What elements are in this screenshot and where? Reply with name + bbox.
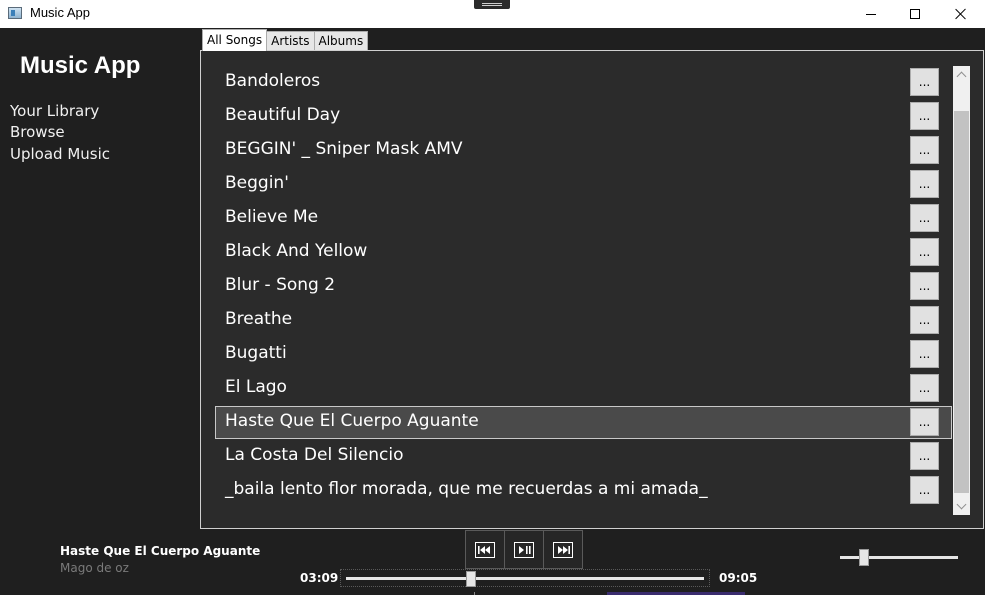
song-row[interactable]: _baila lento flor morada, que me recuerd… [215, 474, 952, 507]
tab-bar: All Songs Artists Albums [202, 29, 369, 51]
sidebar: Music App Your Library Browse Upload Mus… [0, 28, 200, 530]
song-options-button[interactable]: ... [910, 340, 939, 368]
song-row[interactable]: Blur - Song 2... [215, 270, 952, 303]
vertical-scrollbar[interactable] [953, 66, 970, 515]
previous-button[interactable] [465, 530, 505, 569]
song-title: Breathe [225, 309, 293, 329]
song-title: El Lago [225, 377, 287, 397]
current-time: 03:09 [300, 571, 339, 585]
song-title: Bugatti [225, 343, 287, 363]
scroll-thumb[interactable] [954, 111, 969, 493]
tab-artists[interactable]: Artists [266, 31, 315, 51]
sidebar-item-upload-music[interactable]: Upload Music [10, 145, 110, 163]
song-title: Believe Me [225, 207, 319, 227]
window-title: Music App [30, 5, 90, 20]
scroll-up-button[interactable] [953, 66, 970, 83]
minimize-button[interactable] [848, 0, 894, 28]
title-bar: Music App [0, 0, 985, 28]
chevron-down-icon [956, 499, 967, 510]
player-bar: Haste Que El Cuerpo Aguante Mago de oz 0… [0, 530, 985, 595]
song-row[interactable]: Haste Que El Cuerpo Aguante... [215, 406, 952, 439]
songs-panel: Bandoleros... Beautiful Day... BEGGIN' _ S… [200, 50, 984, 529]
song-title: BEGGIN' _ Sniper Mask AMV [225, 139, 463, 159]
tab-all-songs[interactable]: All Songs [202, 29, 268, 51]
song-title: Haste Que El Cuerpo Aguante [225, 411, 479, 431]
song-row[interactable]: BEGGIN' _ Sniper Mask AMV... [215, 134, 952, 167]
song-title: La Costa Del Silencio [225, 445, 404, 465]
play-pause-button[interactable] [504, 530, 544, 569]
song-options-button[interactable]: ... [910, 204, 939, 232]
play-pause-icon [514, 541, 534, 558]
tab-albums[interactable]: Albums [313, 31, 369, 51]
song-options-button[interactable]: ... [910, 238, 939, 266]
song-title: Beggin' [225, 173, 289, 193]
close-button[interactable] [938, 0, 984, 28]
maximize-button[interactable] [892, 0, 938, 28]
song-title: Bandoleros [225, 71, 321, 91]
song-list[interactable]: Bandoleros... Beautiful Day... BEGGIN' _ S… [215, 66, 952, 515]
song-title: Black And Yellow [225, 241, 368, 261]
song-options-button[interactable]: ... [910, 476, 939, 504]
seek-slider[interactable] [340, 569, 710, 587]
song-options-button[interactable]: ... [910, 272, 939, 300]
song-options-button[interactable]: ... [910, 102, 939, 130]
song-options-button[interactable]: ... [910, 442, 939, 470]
skip-previous-icon [475, 541, 495, 558]
song-row[interactable]: Beggin'... [215, 168, 952, 201]
sidebar-item-browse[interactable]: Browse [10, 123, 65, 141]
song-row[interactable]: Black And Yellow... [215, 236, 952, 269]
app-icon [8, 7, 22, 19]
song-options-button[interactable]: ... [910, 68, 939, 96]
song-row[interactable]: La Costa Del Silencio... [215, 440, 952, 473]
sidebar-item-your-library[interactable]: Your Library [10, 102, 99, 120]
song-options-button[interactable]: ... [910, 306, 939, 334]
sidebar-title: Music App [20, 52, 141, 79]
drag-handle[interactable] [474, 0, 510, 9]
song-title: Blur - Song 2 [225, 275, 336, 295]
song-title: Beautiful Day [225, 105, 341, 125]
volume-thumb[interactable] [858, 549, 869, 566]
chevron-up-icon [956, 71, 967, 82]
total-time: 09:05 [719, 571, 758, 585]
skip-next-icon [553, 541, 573, 558]
volume-slider[interactable] [840, 549, 958, 566]
scroll-down-button[interactable] [953, 498, 970, 515]
song-row[interactable]: El Lago... [215, 372, 952, 405]
song-row[interactable]: Bandoleros... [215, 66, 952, 99]
playback-controls [465, 530, 585, 569]
minimize-icon [866, 13, 876, 15]
song-options-button[interactable]: ... [910, 374, 939, 402]
song-options-button[interactable]: ... [910, 170, 939, 198]
song-options-button[interactable]: ... [910, 408, 939, 436]
song-title: _baila lento flor morada, que me recuerd… [225, 479, 708, 499]
seek-thumb[interactable] [466, 571, 477, 587]
seek-track[interactable] [346, 577, 704, 580]
song-row[interactable]: Believe Me... [215, 202, 952, 235]
song-row[interactable]: Breathe... [215, 304, 952, 337]
song-options-button[interactable]: ... [910, 136, 939, 164]
maximize-icon [910, 9, 920, 19]
close-icon [955, 8, 967, 20]
now-playing-artist: Mago de oz [60, 561, 129, 575]
next-button[interactable] [543, 530, 583, 569]
song-row[interactable]: Bugatti... [215, 338, 952, 371]
now-playing-title: Haste Que El Cuerpo Aguante [60, 544, 261, 558]
song-row[interactable]: Beautiful Day... [215, 100, 952, 133]
